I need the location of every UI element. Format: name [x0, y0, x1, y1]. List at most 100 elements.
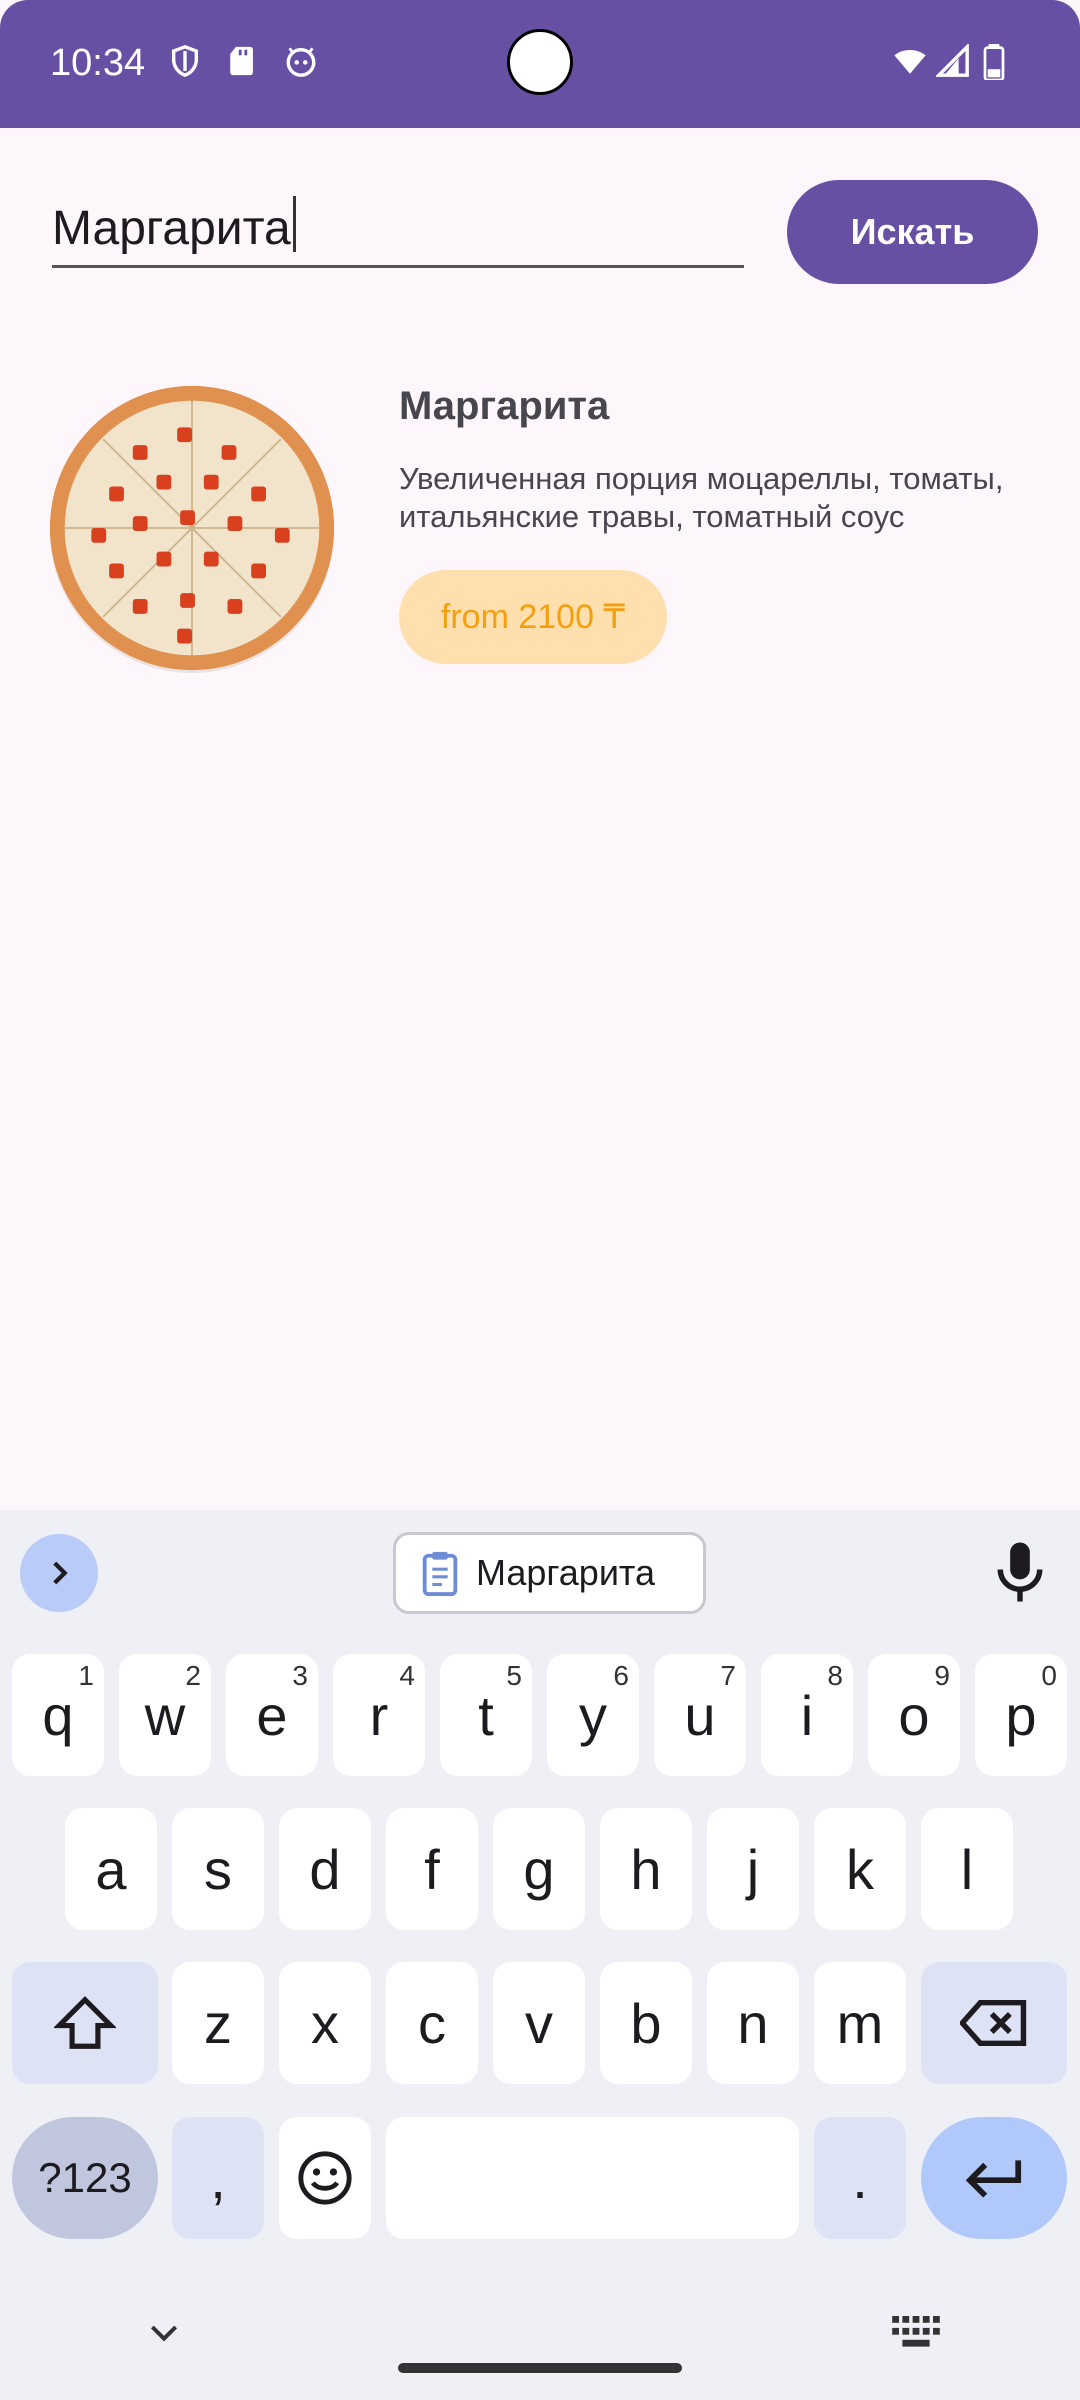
pizza-image[interactable]: [44, 380, 340, 676]
battery-icon: [983, 44, 1005, 80]
signal-icon: [936, 44, 969, 77]
key-hint: 6: [613, 1660, 629, 1691]
search-input-value: Маргарита: [52, 202, 291, 255]
emoji-icon: [298, 2151, 352, 2205]
key-label: o: [898, 1683, 930, 1747]
key-label: i: [800, 1683, 814, 1747]
symbols-key[interactable]: ?123: [12, 2117, 158, 2239]
clipboard-suggestion[interactable]: Маргарита: [393, 1532, 706, 1614]
key-label: b: [630, 1991, 662, 2055]
sd-card-icon: [230, 46, 253, 76]
search-button[interactable]: Искать: [787, 180, 1038, 284]
key-x[interactable]: x: [279, 1962, 371, 2084]
key-label: y: [579, 1683, 607, 1747]
key-q[interactable]: q1: [12, 1654, 104, 1776]
key-label: u: [684, 1683, 716, 1747]
search-input[interactable]: Маргарита: [52, 196, 744, 268]
product-title[interactable]: Маргарита: [399, 384, 609, 429]
status-bar: 10:34: [0, 0, 1080, 128]
key-n[interactable]: n: [707, 1962, 799, 2084]
key-h[interactable]: h: [600, 1808, 692, 1930]
key-label: p: [1005, 1683, 1037, 1747]
keyboard-expand-button[interactable]: [20, 1534, 98, 1612]
emoji-key[interactable]: [279, 2117, 371, 2239]
key-label: s: [204, 1837, 232, 1901]
key-t[interactable]: t5: [440, 1654, 532, 1776]
backspace-key[interactable]: [921, 1962, 1067, 2084]
key-f[interactable]: f: [386, 1808, 478, 1930]
key-z[interactable]: z: [172, 1962, 264, 2084]
key-hint: 9: [934, 1660, 950, 1691]
key-hint: 3: [292, 1660, 308, 1691]
key-label: g: [523, 1837, 555, 1901]
key-j[interactable]: j: [707, 1808, 799, 1930]
key-hint: 7: [720, 1660, 736, 1691]
key-p[interactable]: p0: [975, 1654, 1067, 1776]
key-label: w: [144, 1683, 186, 1747]
key-b[interactable]: b: [600, 1962, 692, 2084]
microphone-icon[interactable]: [994, 1540, 1046, 1604]
key-hint: 8: [827, 1660, 843, 1691]
robot-face-icon: [286, 47, 316, 77]
key-label: j: [746, 1837, 760, 1901]
product-description: Увеличенная порция моцареллы, томаты, ит…: [399, 461, 1004, 534]
key-label: h: [630, 1837, 662, 1901]
key-label: r: [369, 1683, 389, 1747]
key-c[interactable]: c: [386, 1962, 478, 2084]
key-label: e: [256, 1683, 288, 1747]
backspace-icon: [960, 2000, 1027, 2046]
key-label: n: [737, 1991, 769, 2055]
key-i[interactable]: i8: [761, 1654, 853, 1776]
key-hint: 5: [506, 1660, 522, 1691]
key-label: d: [309, 1837, 341, 1901]
key-g[interactable]: g: [493, 1808, 585, 1930]
key-label: z: [204, 1991, 232, 2055]
key-hint: 2: [185, 1660, 201, 1691]
shield-icon: [171, 45, 199, 77]
key-r[interactable]: r4: [333, 1654, 425, 1776]
key-u[interactable]: u7: [654, 1654, 746, 1776]
key-m[interactable]: m: [814, 1962, 906, 2084]
camera-cutout: [507, 29, 573, 95]
key-o[interactable]: o9: [868, 1654, 960, 1776]
key-k[interactable]: k: [814, 1808, 906, 1930]
soft-keyboard: Маргарита q1w2e3r4t5y6u7i8o9p0asdfghjklz…: [0, 1510, 1080, 2400]
home-indicator[interactable]: [398, 2363, 682, 2373]
key-w[interactable]: w2: [119, 1654, 211, 1776]
key-l[interactable]: l: [921, 1808, 1013, 1930]
key-e[interactable]: e3: [226, 1654, 318, 1776]
wifi-icon: [894, 50, 926, 74]
key-label: t: [478, 1683, 494, 1747]
key-y[interactable]: y6: [547, 1654, 639, 1776]
comma-key[interactable]: ,: [172, 2117, 264, 2239]
key-hint: 0: [1041, 1660, 1057, 1691]
enter-icon: [965, 2160, 1022, 2198]
key-label: m: [836, 1991, 884, 2055]
status-time: 10:34: [50, 42, 146, 84]
key-label: f: [424, 1837, 440, 1901]
key-label: v: [525, 1991, 553, 2055]
period-key[interactable]: .: [814, 2117, 906, 2239]
key-hint: 4: [399, 1660, 415, 1691]
clipboard-icon: [422, 1551, 458, 1596]
key-label: c: [418, 1991, 446, 2055]
text-cursor: [292, 196, 296, 252]
hide-keyboard-icon[interactable]: [144, 2312, 184, 2352]
key-s[interactable]: s: [172, 1808, 264, 1930]
key-d[interactable]: d: [279, 1808, 371, 1930]
enter-key[interactable]: [921, 2117, 1067, 2239]
key-a[interactable]: a: [65, 1808, 157, 1930]
clipboard-suggestion-text: Маргарита: [476, 1552, 656, 1593]
key-label: x: [311, 1991, 339, 2055]
chevron-right-icon: [53, 1561, 68, 1585]
key-label: k: [846, 1837, 874, 1901]
shift-icon: [54, 1996, 116, 2049]
key-v[interactable]: v: [493, 1962, 585, 2084]
key-label: q: [42, 1683, 74, 1747]
price-chip[interactable]: from 2100 ₸: [399, 570, 667, 664]
shift-key[interactable]: [12, 1962, 158, 2084]
key-hint: 1: [78, 1660, 94, 1691]
spacebar[interactable]: [386, 2117, 799, 2239]
keyboard-switch-icon[interactable]: [892, 2316, 940, 2350]
key-label: l: [960, 1837, 974, 1901]
